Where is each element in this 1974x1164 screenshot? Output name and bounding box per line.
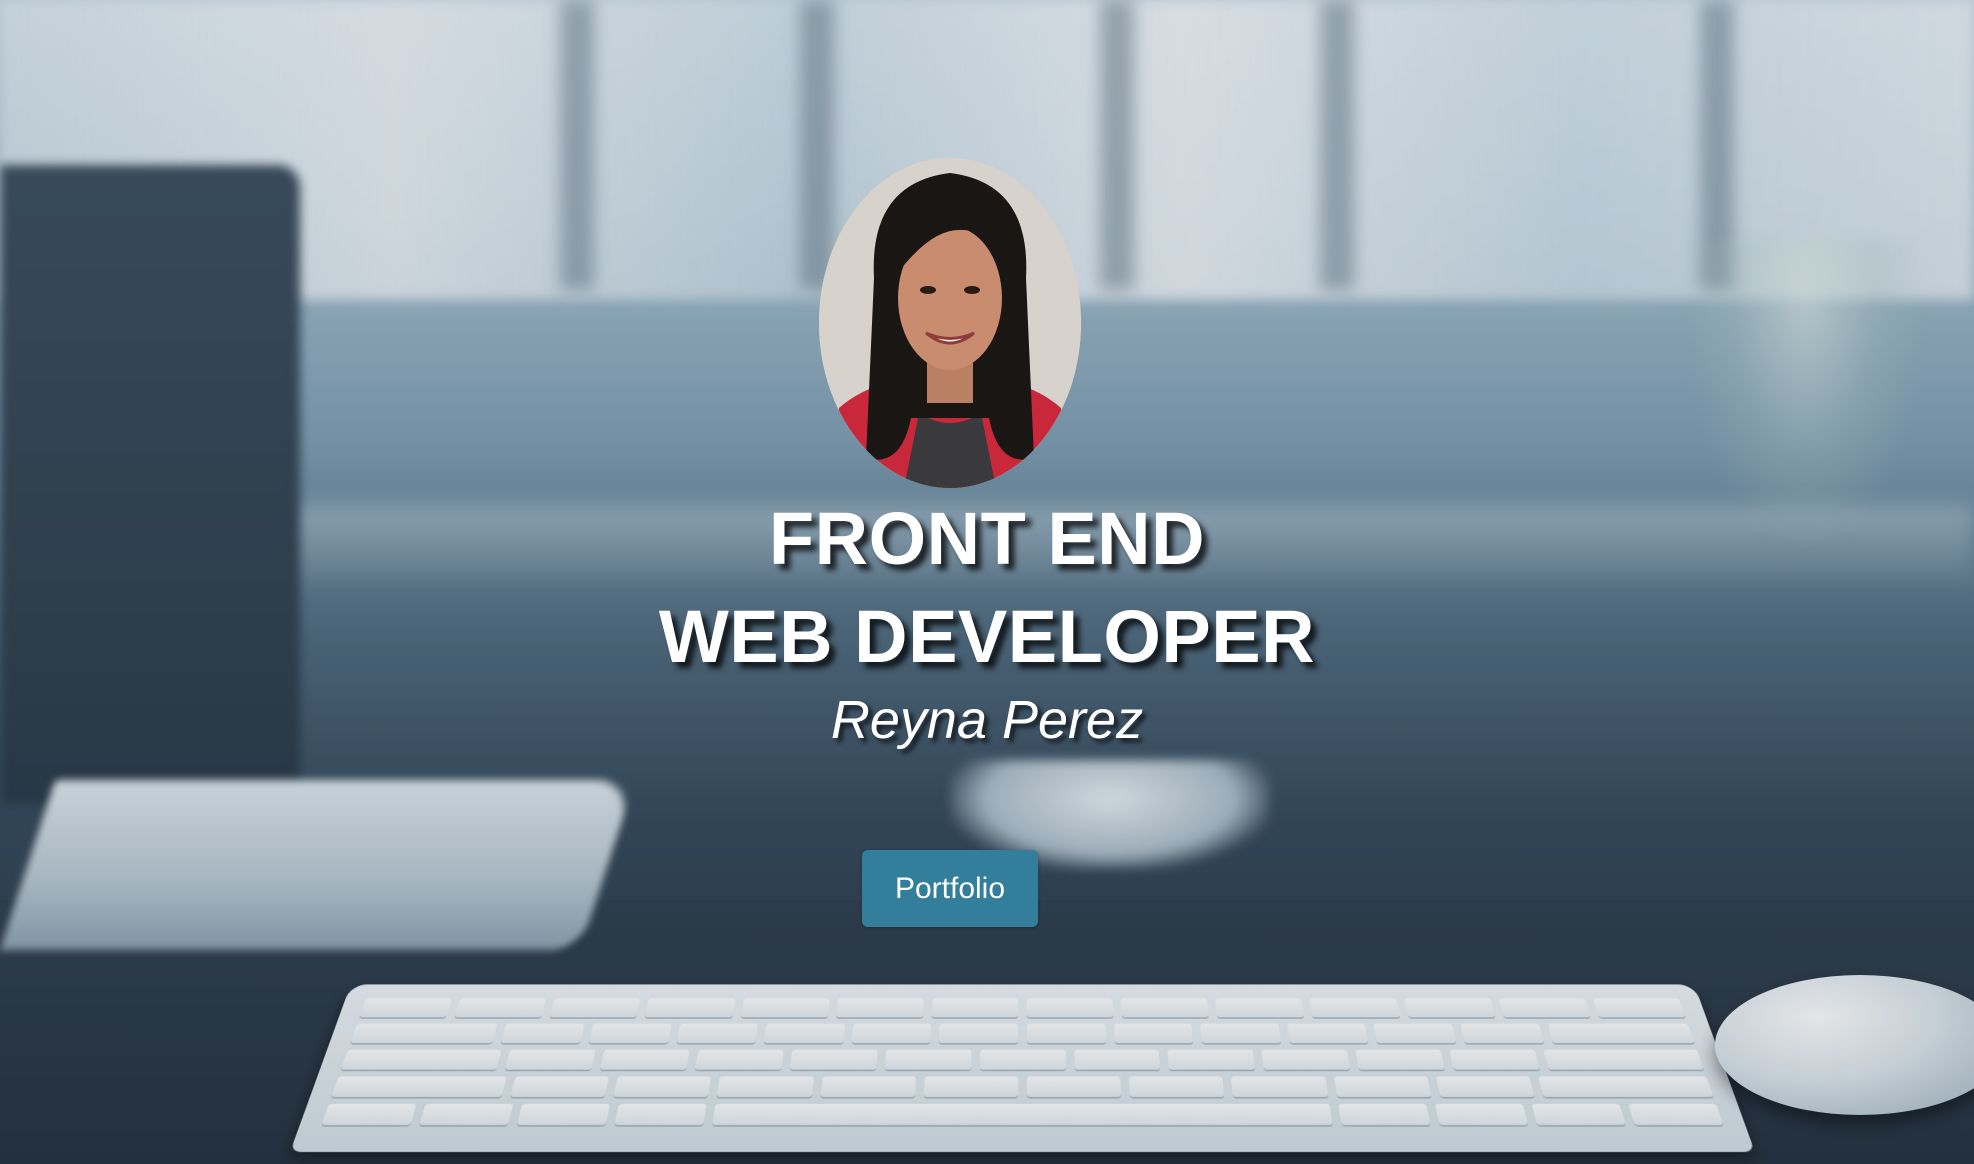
developer-name: Reyna Perez [830,690,1144,750]
profile-photo-icon [819,158,1081,488]
title-line-web-developer: WEB DEVELOPER [658,595,1316,678]
portfolio-button[interactable]: Portfolio [862,850,1038,927]
profile-avatar [819,158,1081,488]
title-line-front-end: FRONT END [768,497,1206,580]
page-title: FRONT END WEB DEVELOPER [0,490,1974,686]
hero-section: FRONT END WEB DEVELOPER Reyna Perez Port… [0,0,1974,1164]
